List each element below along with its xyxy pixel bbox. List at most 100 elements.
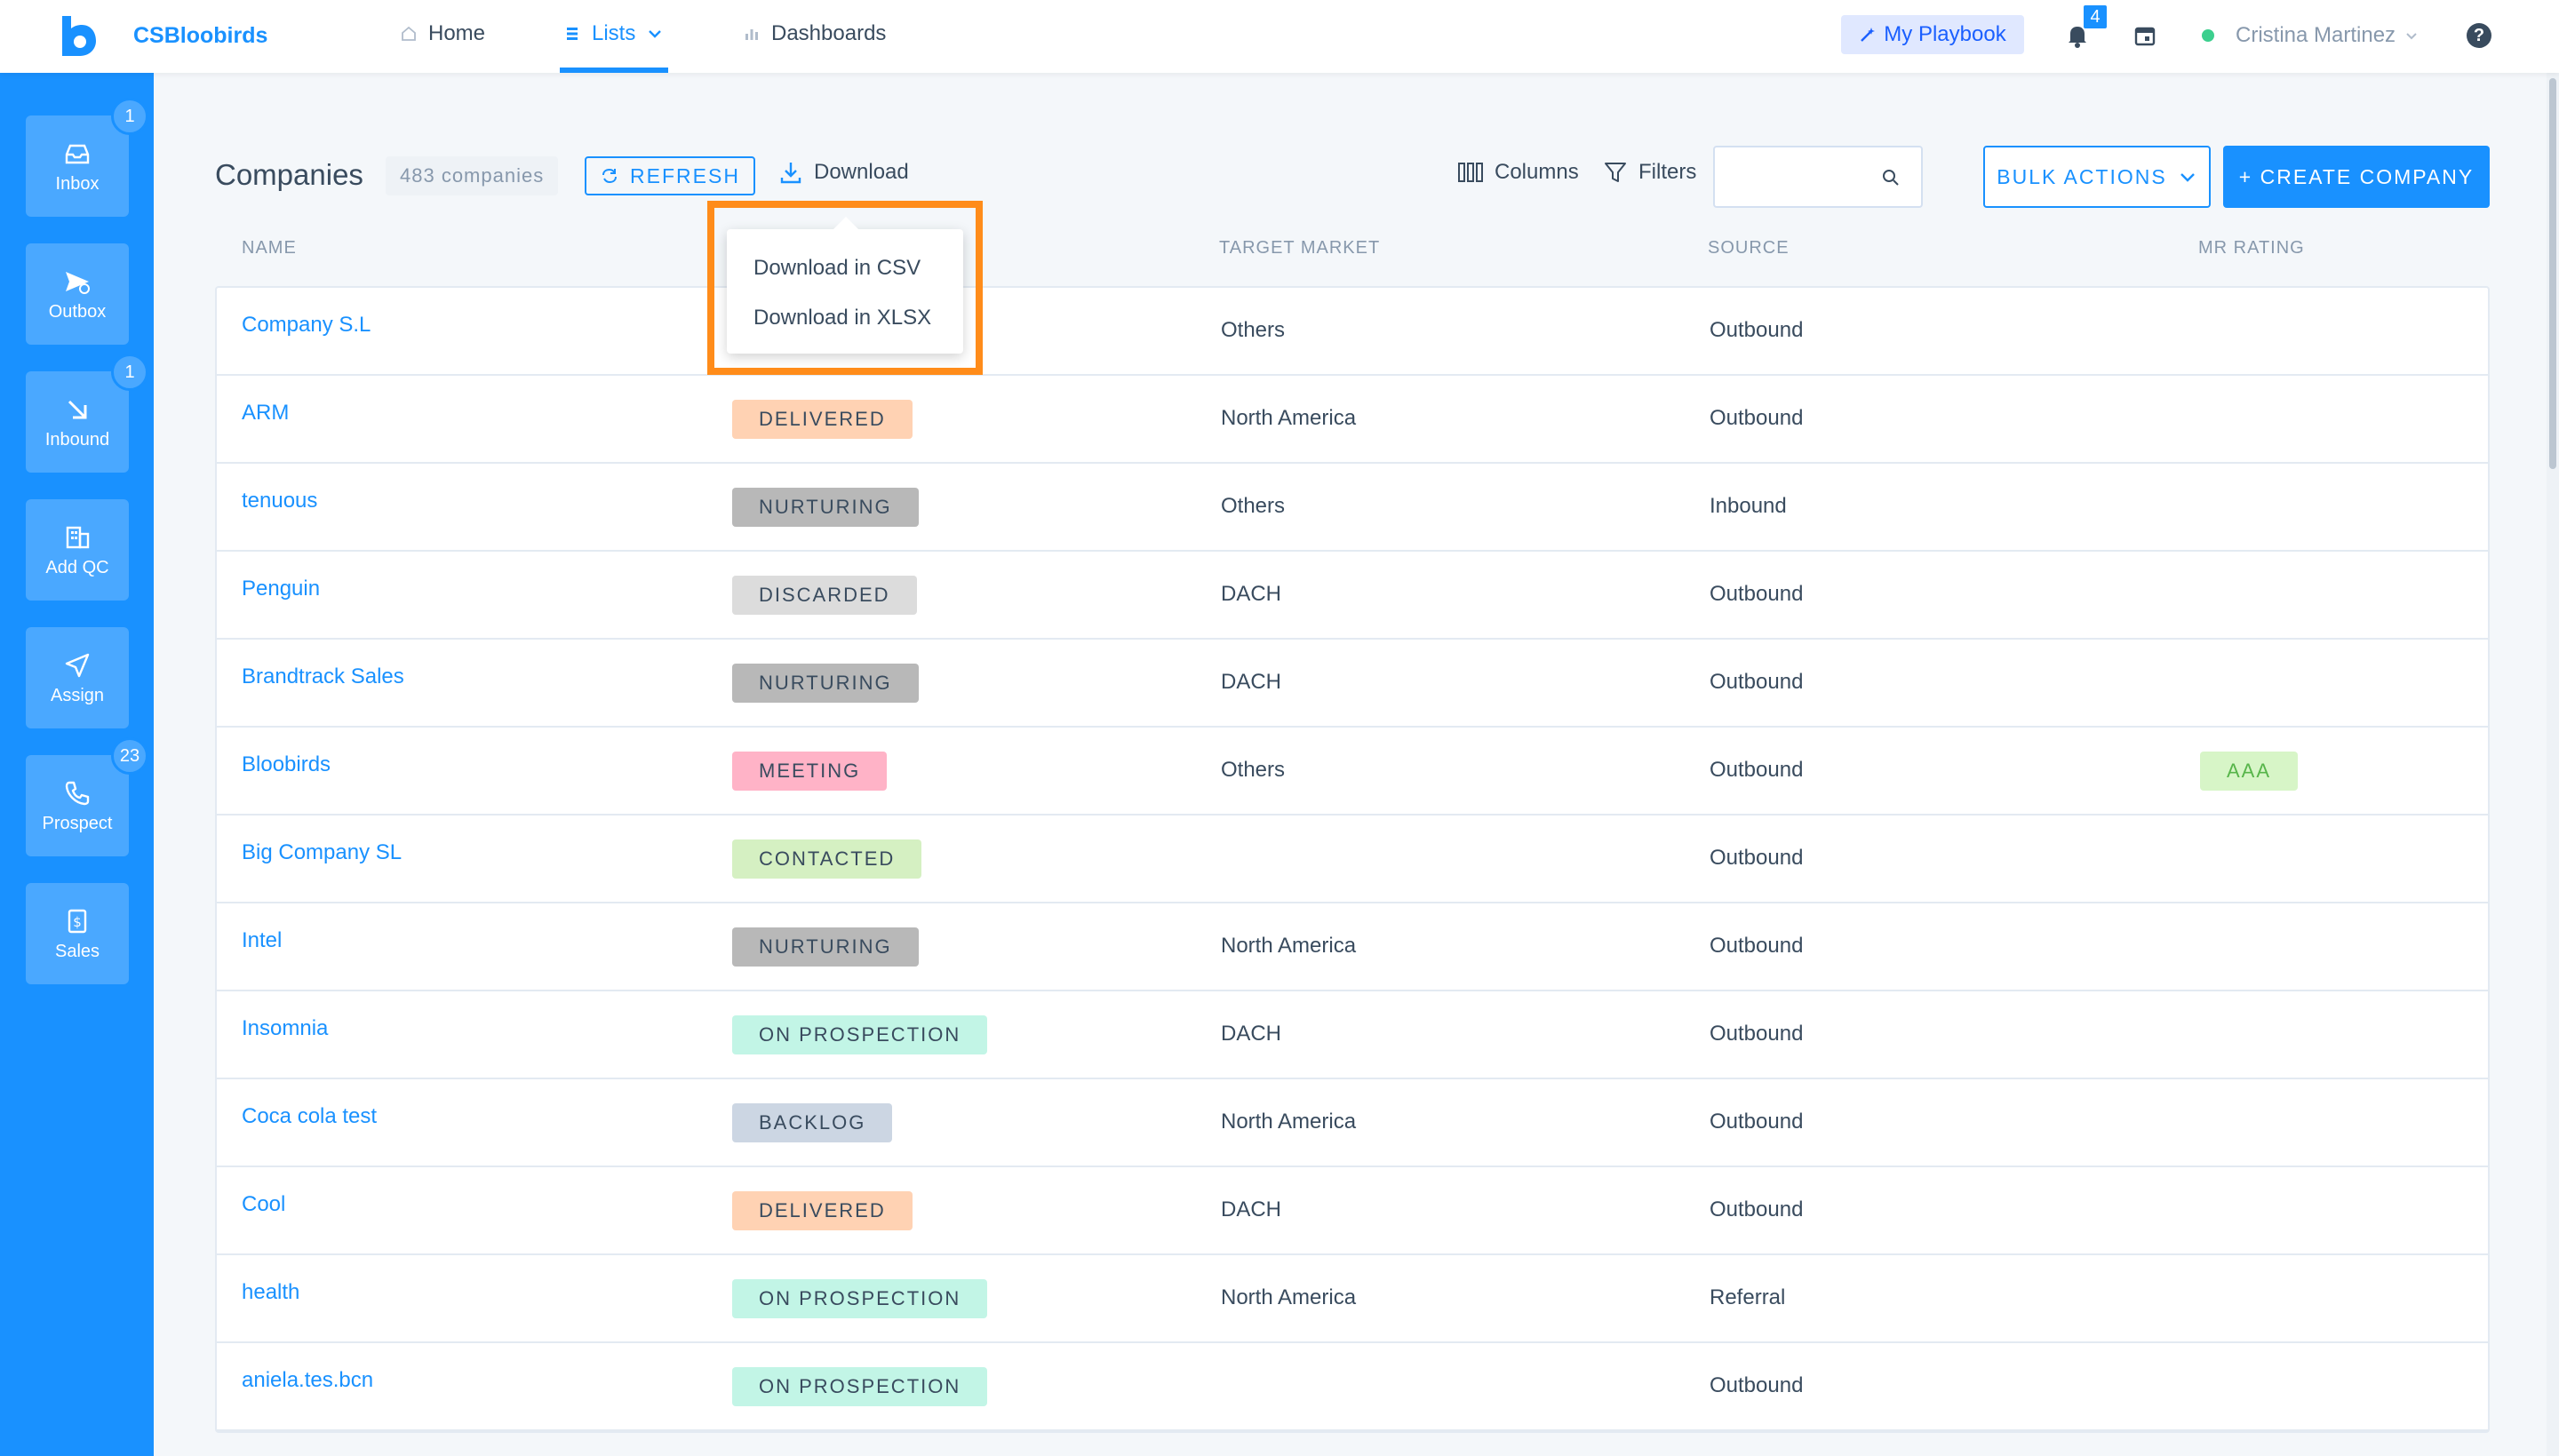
target-market-cell: DACH xyxy=(1221,670,1282,694)
refresh-button[interactable]: REFRESH xyxy=(585,156,755,195)
download-xlsx-option[interactable]: Download in XLSX xyxy=(753,306,931,330)
inbox-count-badge: 1 xyxy=(111,98,148,135)
columns-button[interactable]: Columns xyxy=(1457,160,1579,185)
target-market-cell: North America xyxy=(1221,1285,1357,1309)
table-row[interactable]: Brandtrack Sales NURTURING DACH Outbound xyxy=(217,640,2488,728)
table-row[interactable]: Big Company SL CONTACTED Outbound xyxy=(217,816,2488,903)
source-cell: Outbound xyxy=(1710,318,1804,342)
table-row[interactable]: ARM DELIVERED North America Outbound xyxy=(217,376,2488,464)
company-name-link[interactable]: health xyxy=(242,1280,299,1305)
brand-name[interactable]: CSBloobirds xyxy=(133,23,267,49)
source-cell: Outbound xyxy=(1710,1373,1804,1397)
search-input[interactable] xyxy=(1713,146,1923,208)
status-badge: ON PROSPECTION xyxy=(732,1279,988,1318)
chevron-down-icon xyxy=(2180,173,2195,182)
create-company-button[interactable]: + CREATE COMPANY xyxy=(2223,146,2490,208)
download-menu: Download in CSV Download in XLSX xyxy=(727,229,963,354)
table-row[interactable]: health ON PROSPECTION North America Referra… xyxy=(217,1255,2488,1343)
send-clock-icon xyxy=(66,271,90,294)
sidebar-item-prospect[interactable]: Prospect 23 xyxy=(26,737,148,856)
target-market-cell: Others xyxy=(1221,318,1286,342)
bulk-actions-label: BULK ACTIONS xyxy=(1997,164,2167,188)
company-name-link[interactable]: Penguin xyxy=(242,577,320,601)
refresh-label: REFRESH xyxy=(630,163,740,187)
columns-icon xyxy=(1458,163,1483,182)
sidebar-item-label: Outbox xyxy=(48,301,107,322)
bulk-actions-button[interactable]: BULK ACTIONS xyxy=(1983,146,2211,208)
download-button[interactable]: Download xyxy=(778,160,909,185)
left-sidebar: Inbox 1 Outbox Inbound 1 Add QC Assign P… xyxy=(0,73,154,1456)
column-header-name[interactable]: NAME xyxy=(242,238,297,259)
magic-wand-icon xyxy=(1861,28,1876,42)
refresh-icon xyxy=(602,168,618,184)
table-row[interactable]: tenuous NURTURING Others Inbound xyxy=(217,464,2488,552)
download-icon xyxy=(780,163,801,184)
nav-active-indicator xyxy=(560,68,668,73)
sidebar-item-assign[interactable]: Assign xyxy=(26,627,129,728)
nav-home[interactable]: Home xyxy=(400,21,485,46)
company-name-link[interactable]: Cool xyxy=(242,1192,285,1217)
table-row[interactable]: Intel NURTURING North America Outbound xyxy=(217,903,2488,991)
chevron-down-icon xyxy=(649,30,662,38)
column-header-source[interactable]: SOURCE xyxy=(1708,238,1790,259)
building-icon xyxy=(66,526,90,548)
source-cell: Outbound xyxy=(1710,934,1804,958)
target-market-cell: Others xyxy=(1221,758,1286,782)
company-name-link[interactable]: aniela.tes.bcn xyxy=(242,1368,373,1393)
scrollbar-thumb[interactable] xyxy=(2549,78,2556,469)
column-header-mr-rating[interactable]: MR RATING xyxy=(2198,238,2305,259)
company-name-link[interactable]: ARM xyxy=(242,401,289,426)
online-status-dot xyxy=(2202,29,2214,42)
company-name-link[interactable]: Intel xyxy=(242,928,282,953)
user-menu[interactable]: Cristina Martinez xyxy=(2202,23,2419,48)
company-name-link[interactable]: Big Company SL xyxy=(242,840,402,865)
dollar-icon: $ xyxy=(68,909,87,933)
table-row[interactable]: Cool DELIVERED DACH Outbound xyxy=(217,1167,2488,1255)
calendar-icon[interactable] xyxy=(2132,23,2157,48)
company-name-link[interactable]: Coca cola test xyxy=(242,1104,377,1129)
navigation-arrow-icon xyxy=(65,653,90,677)
sidebar-item-outbox[interactable]: Outbox xyxy=(26,243,129,345)
filter-icon xyxy=(1605,163,1626,182)
company-name-link[interactable]: Bloobirds xyxy=(242,752,331,777)
sidebar-item-add-qc[interactable]: Add QC xyxy=(26,499,129,601)
help-icon[interactable]: ? xyxy=(2467,23,2491,48)
target-market-cell: North America xyxy=(1221,934,1357,958)
bloobirds-logo-icon[interactable] xyxy=(59,14,98,57)
filters-button[interactable]: Filters xyxy=(1603,160,1696,185)
company-name-link[interactable]: tenuous xyxy=(242,489,317,513)
page-title: Companies xyxy=(215,158,363,191)
source-cell: Outbound xyxy=(1710,406,1804,430)
source-cell: Outbound xyxy=(1710,758,1804,782)
svg-text:$: $ xyxy=(73,914,82,930)
company-name-link[interactable]: Company S.L xyxy=(242,313,371,338)
my-playbook-button[interactable]: My Playbook xyxy=(1841,15,2024,54)
source-cell: Outbound xyxy=(1710,1197,1804,1221)
bar-chart-icon xyxy=(745,29,758,40)
target-market-cell: DACH xyxy=(1221,1197,1282,1221)
list-icon xyxy=(567,28,578,40)
table-row[interactable]: Insomnia ON PROSPECTION DACH Outbound xyxy=(217,991,2488,1079)
sidebar-item-inbound[interactable]: Inbound 1 xyxy=(26,354,148,473)
table-row[interactable]: Bloobirds MEETING Others Outbound AAA xyxy=(217,728,2488,816)
status-badge: ON PROSPECTION xyxy=(732,1015,988,1054)
nav-lists[interactable]: Lists xyxy=(563,21,664,46)
nav-dashboards[interactable]: Dashboards xyxy=(743,21,886,46)
prospect-count-badge: 23 xyxy=(111,737,148,775)
table-row[interactable]: Penguin DISCARDED DACH Outbound xyxy=(217,552,2488,640)
chevron-down-icon xyxy=(2406,33,2417,40)
source-cell: Outbound xyxy=(1710,670,1804,694)
status-badge: NURTURING xyxy=(732,488,919,527)
company-name-link[interactable]: Brandtrack Sales xyxy=(242,664,404,689)
company-name-link[interactable]: Insomnia xyxy=(242,1016,328,1041)
inbound-count-badge: 1 xyxy=(111,354,148,391)
table-row[interactable]: Company S.L Others Outbound xyxy=(217,288,2488,376)
download-csv-option[interactable]: Download in CSV xyxy=(753,256,921,281)
status-badge: ON PROSPECTION xyxy=(732,1367,988,1406)
sidebar-item-sales[interactable]: $ Sales xyxy=(26,883,129,984)
table-row[interactable]: aniela.tes.bcn ON PROSPECTION Outbound xyxy=(217,1343,2488,1431)
table-row[interactable]: Coca cola test BACKLOG North America Outbou… xyxy=(217,1079,2488,1167)
column-header-target-market[interactable]: TARGET MARKET xyxy=(1219,238,1380,259)
user-name: Cristina Martinez xyxy=(2236,23,2396,47)
sidebar-item-inbox[interactable]: Inbox 1 xyxy=(26,98,148,217)
